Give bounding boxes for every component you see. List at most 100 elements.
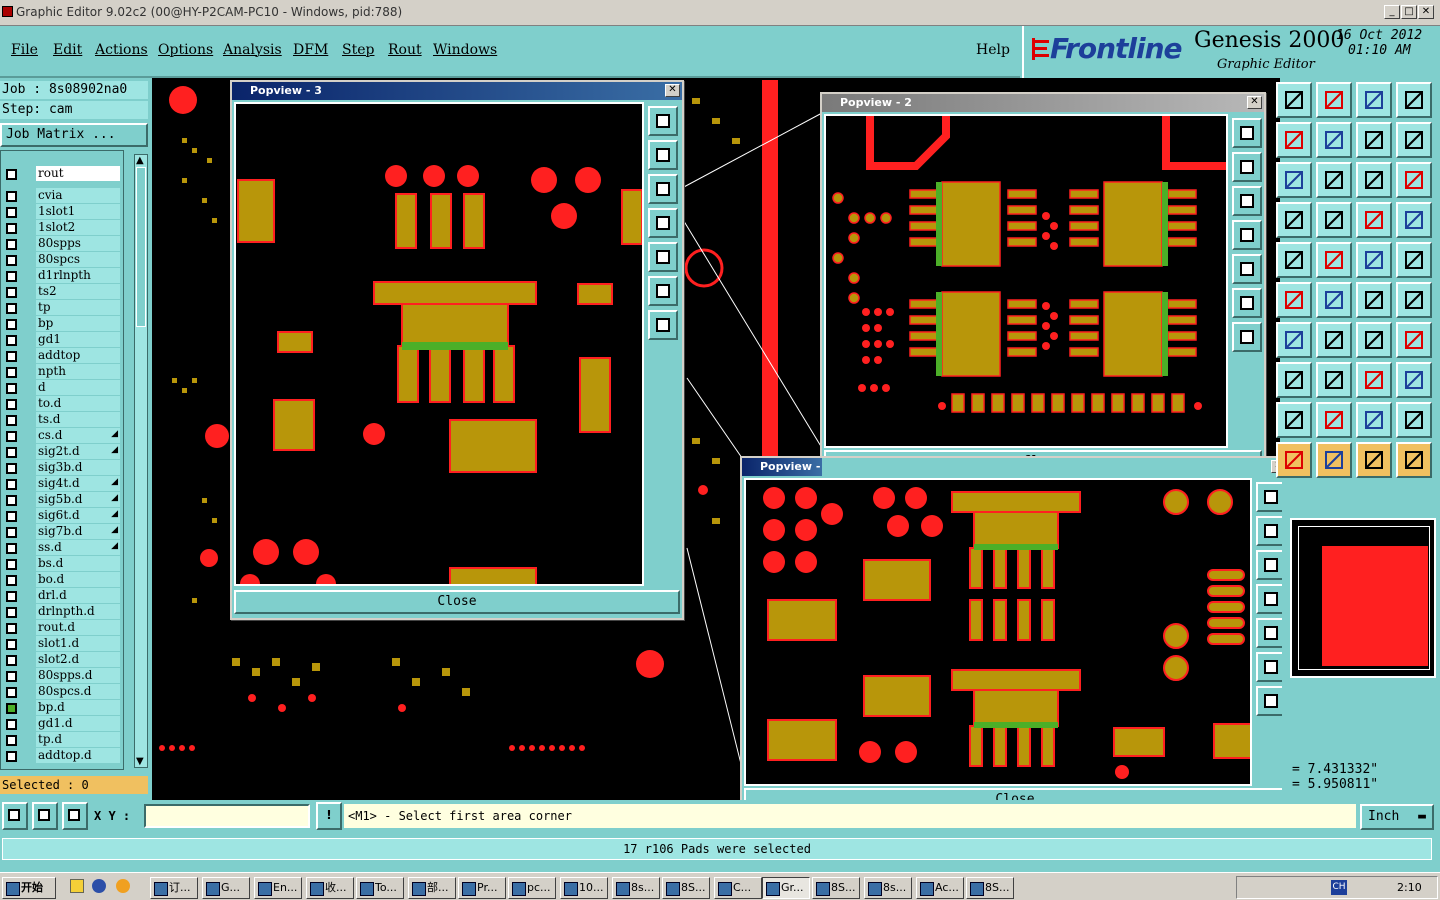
layer-checkbox[interactable] <box>6 367 17 378</box>
select-icon[interactable] <box>1276 442 1312 478</box>
circle-icon[interactable] <box>1396 242 1432 278</box>
layer-row[interactable]: bo.d <box>2 572 120 588</box>
layer-checkbox[interactable] <box>6 671 17 682</box>
snap-multi-icon[interactable] <box>1396 202 1432 238</box>
layer-checkbox[interactable] <box>6 463 17 474</box>
layer-affected-icon[interactable]: ◢ <box>111 493 118 503</box>
taskbar-task[interactable]: 8S... <box>662 877 710 899</box>
popview-3-zoom-out-icon[interactable] <box>648 310 678 340</box>
layer-name[interactable]: bp.d <box>36 700 120 715</box>
layer-checkbox[interactable] <box>6 431 17 442</box>
layer-row[interactable]: addtop <box>2 348 120 364</box>
net-icon[interactable] <box>1276 282 1312 318</box>
layer-name[interactable]: to.d <box>36 396 120 411</box>
layer-name[interactable]: 1slot1 <box>36 204 120 219</box>
layer-row[interactable]: sig2t.d ◢ <box>2 444 120 460</box>
layer-checkbox[interactable] <box>6 239 17 250</box>
layer-row[interactable]: bs.d <box>2 556 120 572</box>
query-icon[interactable] <box>1396 162 1432 198</box>
layer-row[interactable]: 80spcs <box>2 252 120 268</box>
layer-row[interactable]: 80spps <box>2 236 120 252</box>
taskbar-task[interactable]: 8s... <box>864 877 912 899</box>
layer-name[interactable]: gd1.d <box>36 716 120 731</box>
home-view-icon[interactable] <box>1356 82 1392 118</box>
layer-name[interactable]: sig5b.d <box>36 492 120 507</box>
curve-icon[interactable] <box>1356 322 1392 358</box>
layer-name[interactable]: sig6t.d <box>36 508 120 523</box>
taskbar-task[interactable]: 10... <box>560 877 608 899</box>
move-icon[interactable] <box>1356 362 1392 398</box>
layer-row[interactable]: d <box>2 380 120 396</box>
layer-checkbox[interactable] <box>6 495 17 506</box>
pan-right-icon[interactable] <box>1316 122 1352 158</box>
layer-name[interactable]: 80spps <box>36 236 120 251</box>
popview-3-zoom-in-icon[interactable] <box>648 276 678 306</box>
arc-icon[interactable] <box>1356 282 1392 318</box>
layer-checkbox[interactable] <box>6 303 17 314</box>
taskbar-task[interactable]: 8S... <box>812 877 860 899</box>
overview-map[interactable] <box>1290 518 1436 678</box>
popview-2-zoom-out-icon[interactable] <box>1232 322 1262 352</box>
menu-edit[interactable]: Edit <box>53 42 82 58</box>
layer-name[interactable]: sig3b.d <box>36 460 120 475</box>
layer-checkbox[interactable] <box>6 687 17 698</box>
group-icon[interactable] <box>1396 362 1432 398</box>
scroll-up-icon[interactable]: ▲ <box>136 155 144 166</box>
taskbar-task[interactable]: 8S... <box>966 877 1014 899</box>
xy-input[interactable] <box>144 804 310 828</box>
zoom-out-icon[interactable] <box>1316 162 1352 198</box>
taskbar-task[interactable]: Ac... <box>916 877 964 899</box>
popview-3-pan-down-icon[interactable] <box>648 174 678 204</box>
layer-row[interactable]: rout.d <box>2 620 120 636</box>
layer-name[interactable]: d1rlnpth <box>36 268 120 283</box>
select-pad-icon[interactable] <box>1316 442 1352 478</box>
layer-checkbox[interactable] <box>6 735 17 746</box>
popview-3-zoom-icon[interactable] <box>648 106 678 136</box>
layer-checkbox[interactable] <box>6 559 17 570</box>
layer-name[interactable]: slot1.d <box>36 636 120 651</box>
layer-checkbox[interactable] <box>6 169 17 180</box>
layer-checkbox[interactable] <box>6 271 17 282</box>
layer-name[interactable]: bs.d <box>36 556 120 571</box>
popview-3-pan-left-icon[interactable] <box>648 208 678 238</box>
layer-name[interactable]: rout <box>36 166 120 181</box>
popview-3-close-icon[interactable]: ✕ <box>665 84 680 97</box>
layer-row[interactable]: ts.d <box>2 412 120 428</box>
layer-affected-icon[interactable]: ◢ <box>111 477 118 487</box>
bottom-view-icon[interactable] <box>1316 82 1352 118</box>
menu-help[interactable]: Help <box>976 42 1010 58</box>
measure-tool-icon[interactable] <box>32 802 58 830</box>
layer-checkbox[interactable] <box>6 191 17 202</box>
start-button[interactable]: 开始 <box>2 877 56 899</box>
popview-2-zoom-in-icon[interactable] <box>1232 288 1262 318</box>
layer-name[interactable]: 80spps.d <box>36 668 120 683</box>
fit-icon[interactable] <box>1356 122 1392 158</box>
slash-icon[interactable] <box>1316 322 1352 358</box>
layer-row[interactable]: 80spps.d <box>2 668 120 684</box>
popview-2-view[interactable] <box>824 114 1228 448</box>
taskbar-task[interactable]: C... <box>714 877 762 899</box>
layer-list-scrollbar[interactable]: ▲ ▼ <box>134 154 148 768</box>
top-view-icon[interactable] <box>1276 82 1312 118</box>
layer-checkbox[interactable] <box>6 607 17 618</box>
layer-affected-icon[interactable]: ◢ <box>111 429 118 439</box>
layer-row[interactable]: sig3b.d <box>2 460 120 476</box>
layer-name[interactable]: slot2.d <box>36 652 120 667</box>
layer-row[interactable]: 1slot1 <box>2 204 120 220</box>
scroll-thumb[interactable] <box>136 167 146 327</box>
taskbar-task[interactable]: Gr... <box>762 877 810 899</box>
layer-checkbox[interactable] <box>6 703 17 714</box>
arc2-icon[interactable] <box>1396 282 1432 318</box>
layer-name[interactable]: 80spcs <box>36 252 120 267</box>
layer-row[interactable]: 80spcs.d <box>2 684 120 700</box>
popview-2-pan-left-icon[interactable] <box>1232 220 1262 250</box>
split-icon[interactable] <box>1396 322 1432 358</box>
menu-analysis[interactable]: Analysis <box>223 42 282 58</box>
layer-row[interactable]: cs.d ◢ <box>2 428 120 444</box>
layer-checkbox[interactable] <box>6 319 17 330</box>
layer-row[interactable]: bp.d <box>2 700 120 716</box>
quicklaunch-desktop-icon[interactable] <box>70 879 84 893</box>
layer-row[interactable]: d1rlnpth <box>2 268 120 284</box>
layer-name[interactable]: npth <box>36 364 120 379</box>
layer-checkbox[interactable] <box>6 575 17 586</box>
